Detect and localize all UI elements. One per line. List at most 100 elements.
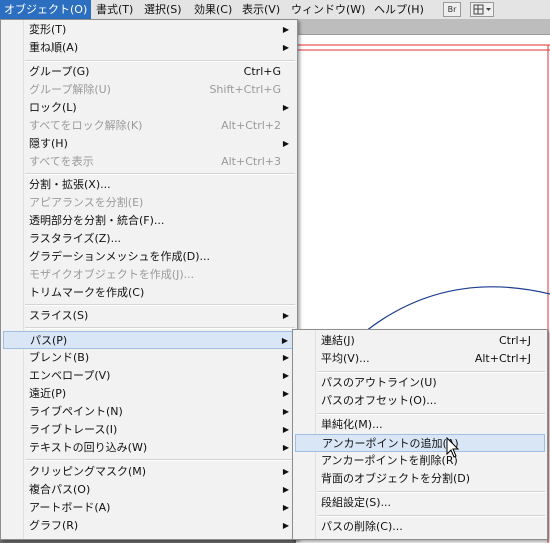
menu-item-blend[interactable]: ブレンド(B) ▶ xyxy=(3,349,295,367)
menu-item-shortcut: Shift+Ctrl+G xyxy=(209,83,281,96)
menu-item-live-trace[interactable]: ライブトレース(I) ▶ xyxy=(3,421,295,439)
menu-type[interactable]: 書式(T) xyxy=(92,0,137,19)
menu-item-slice[interactable]: スライス(S) ▶ xyxy=(3,307,295,325)
menu-item-shortcut: Alt+Ctrl+3 xyxy=(221,155,281,168)
menu-item-label: ライブペイント(N) xyxy=(29,405,123,418)
menu-item-rasterize[interactable]: ラスタライズ(Z)... xyxy=(3,230,295,248)
submenu-arrow-icon: ▶ xyxy=(282,25,289,34)
menu-item-label: 背面のオブジェクトを分割(D) xyxy=(321,472,471,485)
menu-item-expand[interactable]: 分割・拡張(X)... xyxy=(3,176,295,194)
bridge-icon[interactable]: Br xyxy=(443,2,461,17)
menu-item-label: 重ね順(A) xyxy=(29,41,79,54)
menu-item-envelope[interactable]: エンベロープ(V) ▶ xyxy=(3,367,295,385)
menu-item-divide-objects-below[interactable]: 背面のオブジェクトを分割(D) xyxy=(295,470,545,488)
menu-item-label: 透明部分を分割・統合(F)... xyxy=(29,214,165,227)
menu-item-arrange[interactable]: 重ね順(A) ▶ xyxy=(3,39,295,57)
menu-item-add-anchor-points[interactable]: アンカーポイントの追加(A) xyxy=(295,434,545,452)
menu-item-group[interactable]: グループ(G) Ctrl+G xyxy=(3,63,295,81)
menu-separator xyxy=(25,327,295,329)
menu-separator xyxy=(25,459,295,461)
menu-item-outline-stroke[interactable]: パスのアウトライン(U) xyxy=(295,374,545,392)
submenu-arrow-icon: ▶ xyxy=(282,407,289,416)
menu-item-perspective[interactable]: 遠近(P) ▶ xyxy=(3,385,295,403)
menu-item-label: グループ(G) xyxy=(29,65,90,78)
menu-item-join[interactable]: 連結(J) Ctrl+J xyxy=(295,332,545,350)
menu-item-flatten-transparency[interactable]: 透明部分を分割・統合(F)... xyxy=(3,212,295,230)
menu-item-shortcut: Alt+Ctrl+J xyxy=(474,352,531,365)
menu-item-label: テキストの回り込み(W) xyxy=(29,441,148,454)
menu-item-path[interactable]: パス(P) ▶ xyxy=(3,331,295,349)
menu-item-label: パスのオフセット(O)... xyxy=(321,394,437,407)
submenu-arrow-icon: ▶ xyxy=(282,521,289,530)
menu-item-transform[interactable]: 変形(T) ▶ xyxy=(3,21,295,39)
menu-item-label: 平均(V)... xyxy=(321,352,370,365)
submenu-arrow-icon: ▶ xyxy=(282,139,289,148)
menu-item-text-wrap[interactable]: テキストの回り込み(W) ▶ xyxy=(3,439,295,457)
menu-item-label: アンカーポイントの追加(A) xyxy=(322,437,459,450)
object-menu: 変形(T) ▶ 重ね順(A) ▶ グループ(G) Ctrl+G グループ解除(U… xyxy=(0,19,298,540)
menu-separator xyxy=(317,491,545,493)
submenu-arrow-icon: ▶ xyxy=(282,425,289,434)
menu-item-artboard[interactable]: アートボード(A) ▶ xyxy=(3,499,295,517)
menu-select[interactable]: 選択(S) xyxy=(140,0,186,19)
menu-item-shortcut: Alt+Ctrl+2 xyxy=(221,119,281,132)
menu-item-label: パスの削除(C)... xyxy=(321,520,403,533)
menu-item-compound-path[interactable]: 複合パス(O) ▶ xyxy=(3,481,295,499)
menu-item-ungroup: グループ解除(U) Shift+Ctrl+G xyxy=(3,81,295,99)
menu-item-show-all: すべてを表示 Alt+Ctrl+3 xyxy=(3,153,295,171)
menu-item-label: 隠す(H) xyxy=(29,137,68,150)
menu-item-label: ラスタライズ(Z)... xyxy=(29,232,122,245)
menu-item-label: 単純化(M)... xyxy=(321,418,383,431)
menu-item-label: クリッピングマスク(M) xyxy=(29,465,147,478)
menu-item-label: ブレンド(B) xyxy=(29,351,90,364)
menu-item-label: アートボード(A) xyxy=(29,501,111,514)
menu-item-trim-marks[interactable]: トリムマークを作成(C) xyxy=(3,284,295,302)
menu-item-label: 変形(T) xyxy=(29,23,67,36)
menu-item-shortcut: Ctrl+G xyxy=(243,65,281,78)
menu-item-label: モザイクオブジェクトを作成(J)... xyxy=(29,268,195,281)
menu-effect[interactable]: 効果(C) xyxy=(190,0,236,19)
menu-item-label: スライス(S) xyxy=(29,309,89,322)
submenu-arrow-icon: ▶ xyxy=(282,443,289,452)
menu-item-label: 連結(J) xyxy=(321,334,355,347)
menu-item-label: アンカーポイントを削除(R) xyxy=(321,454,458,467)
menu-item-split-into-grid[interactable]: 段組設定(S)... xyxy=(295,494,545,512)
menu-item-label: ライブトレース(I) xyxy=(29,423,118,436)
menu-bar: オブジェクト(O) 書式(T) 選択(S) 効果(C) 表示(V) ウィンドウ(… xyxy=(0,0,550,20)
menu-object[interactable]: オブジェクト(O) xyxy=(0,0,92,19)
menu-item-label: トリムマークを作成(C) xyxy=(29,286,145,299)
menu-item-gradient-mesh[interactable]: グラデーションメッシュを作成(D)... xyxy=(3,248,295,266)
menu-item-remove-anchor-points[interactable]: アンカーポイントを削除(R) xyxy=(295,452,545,470)
menu-item-offset-path[interactable]: パスのオフセット(O)... xyxy=(295,392,545,410)
menu-item-hide[interactable]: 隠す(H) ▶ xyxy=(3,135,295,153)
menu-window[interactable]: ウィンドウ(W) xyxy=(287,0,369,19)
menu-item-label: 段組設定(S)... xyxy=(321,496,392,509)
menu-separator xyxy=(317,515,545,517)
submenu-arrow-icon: ▶ xyxy=(282,371,289,380)
menu-separator xyxy=(317,413,545,415)
menu-help[interactable]: ヘルプ(H) xyxy=(370,0,428,19)
submenu-arrow-icon: ▶ xyxy=(282,103,289,112)
menu-item-expand-appearance: アピアランスを分割(E) xyxy=(3,194,295,212)
menu-item-label: パス(P) xyxy=(30,334,68,347)
grid-icon[interactable] xyxy=(470,2,494,17)
menu-item-simplify[interactable]: 単純化(M)... xyxy=(295,416,545,434)
menu-item-mosaic: モザイクオブジェクトを作成(J)... xyxy=(3,266,295,284)
path-submenu: 連結(J) Ctrl+J 平均(V)... Alt+Ctrl+J パスのアウトラ… xyxy=(292,329,548,540)
menu-item-average[interactable]: 平均(V)... Alt+Ctrl+J xyxy=(295,350,545,368)
menu-item-label: パスのアウトライン(U) xyxy=(321,376,437,389)
submenu-arrow-icon: ▶ xyxy=(282,485,289,494)
menu-item-clipping-mask[interactable]: クリッピングマスク(M) ▶ xyxy=(3,463,295,481)
menu-item-label: 複合パス(O) xyxy=(29,483,91,496)
submenu-arrow-icon: ▶ xyxy=(282,311,289,320)
menu-item-lock[interactable]: ロック(L) ▶ xyxy=(3,99,295,117)
menu-item-label: すべてを表示 xyxy=(29,155,94,168)
menu-item-live-paint[interactable]: ライブペイント(N) ▶ xyxy=(3,403,295,421)
menu-view[interactable]: 表示(V) xyxy=(238,0,284,19)
menu-item-clean-up[interactable]: パスの削除(C)... xyxy=(295,518,545,536)
menu-item-shortcut: Ctrl+J xyxy=(498,334,531,347)
menu-item-label: すべてをロック解除(K) xyxy=(29,119,143,132)
menu-item-label: エンベロープ(V) xyxy=(29,369,111,382)
submenu-arrow-icon: ▶ xyxy=(282,467,289,476)
menu-item-graph[interactable]: グラフ(R) ▶ xyxy=(3,517,295,535)
